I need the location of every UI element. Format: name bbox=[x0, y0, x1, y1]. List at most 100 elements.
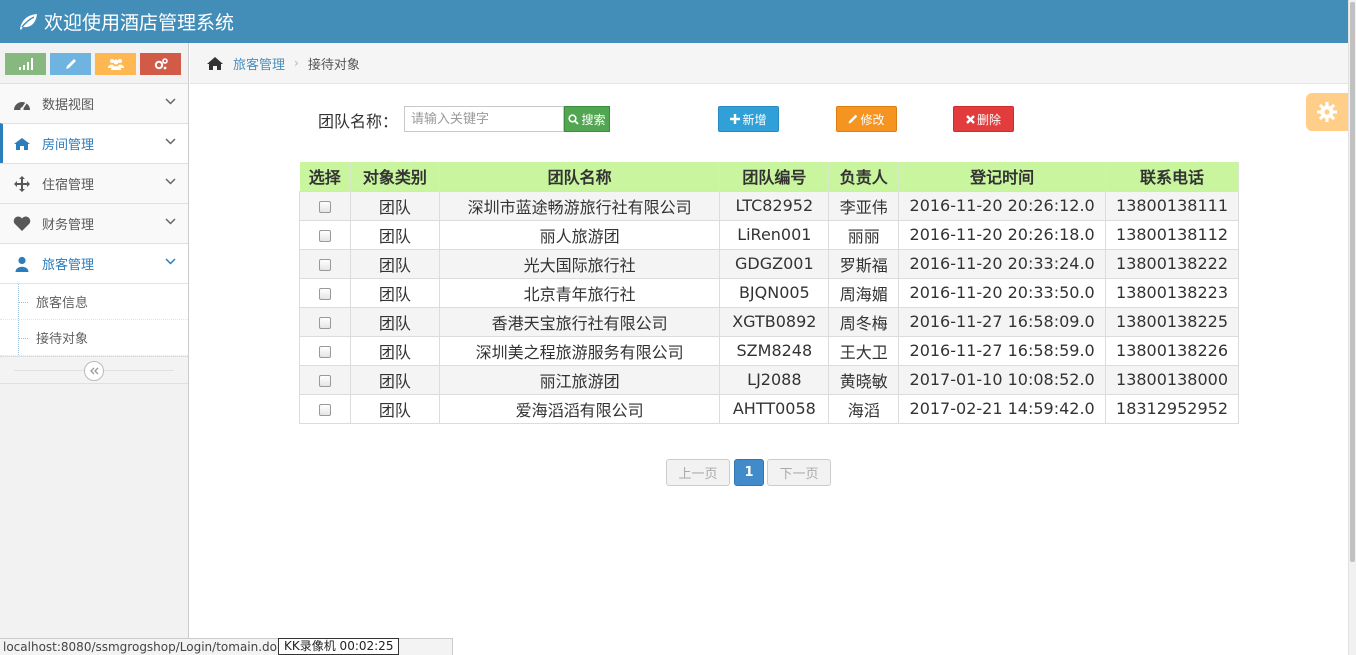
select-cell bbox=[299, 364, 351, 394]
team-name-cell: 北京青年旅行社 bbox=[439, 277, 721, 307]
team-code-cell: SZM8248 bbox=[719, 335, 830, 365]
edit-button-label: 修改 bbox=[860, 112, 885, 127]
heart-icon bbox=[12, 215, 32, 233]
leader-cell: 黄晓敏 bbox=[828, 364, 900, 394]
chevron-down-icon bbox=[165, 258, 176, 265]
cogs-icon bbox=[154, 58, 168, 70]
delete-button[interactable]: 删除 bbox=[953, 106, 1014, 132]
phone-cell: 13800138000 bbox=[1105, 364, 1239, 394]
sidebar-item-label: 数据视图 bbox=[42, 98, 95, 113]
register-time-cell: 2016-11-20 20:33:50.0 bbox=[898, 277, 1107, 307]
shortcut-pencil-button[interactable] bbox=[50, 53, 91, 75]
row-checkbox[interactable] bbox=[318, 374, 331, 387]
row-checkbox[interactable] bbox=[318, 200, 331, 213]
shortcut-cogs-button[interactable] bbox=[140, 53, 181, 75]
team-name-cell: 深圳美之程旅游服务有限公司 bbox=[439, 335, 721, 365]
table-row[interactable]: 团队 深圳市蓝途畅游旅行社有限公司 LTC82952 李亚伟 2016-11-2… bbox=[299, 190, 1239, 220]
team-code-cell: GDGZ001 bbox=[719, 248, 830, 278]
home-icon bbox=[12, 135, 32, 153]
pagination-next-button[interactable]: 下一页 bbox=[767, 459, 831, 486]
row-checkbox[interactable] bbox=[318, 287, 331, 300]
team-code-cell: LJ2088 bbox=[719, 364, 830, 394]
sidebar-item-lodging[interactable]: 住宿管理 bbox=[0, 163, 188, 203]
register-time-cell: 2016-11-20 20:26:12.0 bbox=[898, 190, 1107, 220]
app-title: 欢迎使用酒店管理系统 bbox=[44, 12, 235, 34]
row-checkbox[interactable] bbox=[318, 316, 331, 329]
leader-cell: 丽丽 bbox=[828, 219, 900, 249]
home-icon[interactable] bbox=[206, 56, 224, 71]
column-header-select: 选择 bbox=[299, 162, 351, 191]
submenu-item-reception-target[interactable]: 接待对象 bbox=[0, 320, 188, 356]
phone-cell: 13800138111 bbox=[1105, 190, 1239, 220]
type-cell: 团队 bbox=[350, 190, 440, 220]
submenu-item-guest-info[interactable]: 旅客信息 bbox=[0, 284, 188, 320]
add-button-label: 新增 bbox=[742, 112, 767, 127]
sidebar-item-label: 住宿管理 bbox=[42, 178, 95, 193]
team-name-cell: 丽人旅游团 bbox=[439, 219, 721, 249]
user-icon bbox=[12, 255, 32, 273]
register-time-cell: 2017-01-10 10:08:52.0 bbox=[898, 364, 1107, 394]
row-checkbox[interactable] bbox=[318, 229, 331, 242]
table-row[interactable]: 团队 深圳美之程旅游服务有限公司 SZM8248 王大卫 2016-11-27 … bbox=[299, 335, 1239, 365]
edit-button[interactable]: 修改 bbox=[836, 106, 897, 132]
team-code-cell: LTC82952 bbox=[719, 190, 830, 220]
row-checkbox[interactable] bbox=[318, 345, 331, 358]
table-row[interactable]: 团队 北京青年旅行社 BJQN005 周海媚 2016-11-20 20:33:… bbox=[299, 277, 1239, 307]
register-time-cell: 2016-11-27 16:58:59.0 bbox=[898, 335, 1107, 365]
pagination-prev-button[interactable]: 上一页 bbox=[666, 459, 730, 486]
shortcut-signal-button[interactable] bbox=[5, 53, 46, 75]
sidebar-item-label: 房间管理 bbox=[42, 138, 95, 153]
table-row[interactable]: 团队 爱海滔滔有限公司 AHTT0058 海滔 2017-02-21 14:59… bbox=[299, 393, 1239, 424]
pencil-icon bbox=[848, 114, 858, 124]
shortcut-users-button[interactable] bbox=[95, 53, 136, 75]
register-time-cell: 2016-11-20 20:26:18.0 bbox=[898, 219, 1107, 249]
sidebar-item-data-view[interactable]: 数据视图 bbox=[0, 83, 188, 123]
phone-cell: 18312952952 bbox=[1105, 393, 1239, 424]
table-row[interactable]: 团队 丽人旅游团 LiRen001 丽丽 2016-11-20 20:26:18… bbox=[299, 219, 1239, 249]
scrollbar-thumb[interactable] bbox=[1350, 2, 1355, 562]
select-cell bbox=[299, 277, 351, 307]
column-header-team-code: 团队编号 bbox=[719, 162, 830, 191]
sidebar-collapse-button[interactable] bbox=[84, 361, 104, 381]
select-cell bbox=[299, 306, 351, 336]
phone-cell: 13800138225 bbox=[1105, 306, 1239, 336]
sidebar-item-label: 财务管理 bbox=[42, 218, 95, 233]
column-header-team-name: 团队名称 bbox=[439, 162, 721, 191]
plus-icon bbox=[730, 114, 741, 124]
search-input[interactable] bbox=[404, 106, 564, 132]
search-button[interactable]: 搜索 bbox=[564, 106, 610, 132]
settings-toggle-button[interactable] bbox=[1306, 93, 1348, 131]
sidebar-item-guests[interactable]: 旅客管理 bbox=[0, 243, 188, 283]
table-row[interactable]: 团队 丽江旅游团 LJ2088 黄晓敏 2017-01-10 10:08:52.… bbox=[299, 364, 1239, 394]
add-button[interactable]: 新增 bbox=[718, 106, 779, 132]
gear-icon bbox=[1317, 102, 1337, 122]
signal-icon bbox=[18, 58, 33, 70]
sidebar-collapse-row bbox=[0, 356, 188, 384]
chevron-down-icon bbox=[165, 178, 176, 185]
column-header-leader: 负责人 bbox=[828, 162, 900, 191]
chevron-down-icon bbox=[165, 218, 176, 225]
sidebar-item-rooms[interactable]: 房间管理 bbox=[0, 123, 188, 163]
type-cell: 团队 bbox=[350, 248, 440, 278]
users-icon bbox=[107, 59, 124, 70]
leader-cell: 王大卫 bbox=[828, 335, 900, 365]
select-cell bbox=[299, 219, 351, 249]
dashboard-icon bbox=[12, 95, 32, 113]
row-checkbox[interactable] bbox=[318, 258, 331, 271]
select-cell bbox=[299, 393, 351, 424]
page-scrollbar[interactable] bbox=[1348, 0, 1356, 655]
move-icon bbox=[12, 175, 32, 193]
double-chevron-left-icon bbox=[90, 367, 99, 375]
table-row[interactable]: 团队 香港天宝旅行社有限公司 XGTB0892 周冬梅 2016-11-27 1… bbox=[299, 306, 1239, 336]
pagination-page-1[interactable]: 1 bbox=[734, 459, 764, 486]
row-checkbox[interactable] bbox=[318, 403, 331, 416]
type-cell: 团队 bbox=[350, 335, 440, 365]
chevron-down-icon bbox=[165, 138, 176, 145]
sidebar-item-finance[interactable]: 财务管理 bbox=[0, 203, 188, 243]
table-row[interactable]: 团队 光大国际旅行社 GDGZ001 罗斯福 2016-11-20 20:33:… bbox=[299, 248, 1239, 278]
type-cell: 团队 bbox=[350, 277, 440, 307]
brand[interactable]: 欢迎使用酒店管理系统 bbox=[18, 8, 234, 35]
breadcrumb-parent-link[interactable]: 旅客管理 bbox=[233, 54, 285, 73]
breadcrumb: 旅客管理 › 接待对象 bbox=[190, 43, 1348, 84]
phone-cell: 13800138223 bbox=[1105, 277, 1239, 307]
